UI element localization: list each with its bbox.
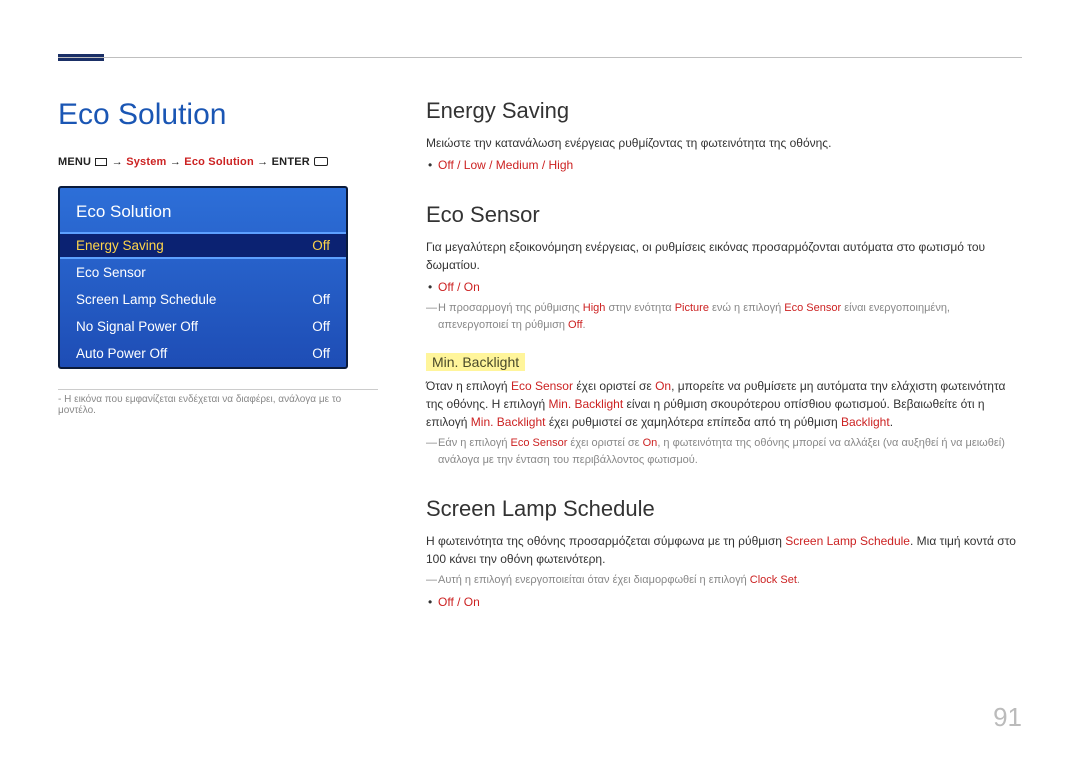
panel-row-eco-sensor[interactable]: Eco Sensor [60, 259, 346, 286]
screen-lamp-options: Off / On [438, 593, 1022, 611]
row-label: Energy Saving [76, 238, 164, 253]
row-value: Off [312, 238, 330, 253]
row-value: Off [312, 319, 330, 334]
section-title: Eco Solution [58, 98, 378, 132]
menu-path: MENU → System → Eco Solution → ENTER [58, 156, 378, 168]
energy-saving-options: Off / Low / Medium / High [438, 156, 1022, 174]
panel-title: Eco Solution [60, 188, 346, 232]
panel-row-no-signal[interactable]: No Signal Power Off Off [60, 313, 346, 340]
heading-eco-sensor: Eco Sensor [426, 202, 1022, 228]
row-label: Screen Lamp Schedule [76, 292, 216, 307]
enter-label: ENTER [272, 156, 310, 168]
panel-row-energy-saving[interactable]: Energy Saving Off [60, 232, 346, 259]
panel-row-screen-lamp[interactable]: Screen Lamp Schedule Off [60, 286, 346, 313]
row-value: Off [312, 346, 330, 361]
page-number: 91 [993, 702, 1022, 733]
eco-sensor-body: Για μεγαλύτερη εξοικονόμηση ενέργειας, ο… [426, 238, 1022, 274]
menu-label: MENU [58, 156, 91, 168]
options-text: Off / Low / Medium / High [438, 158, 573, 172]
options-text: Off / On [438, 595, 480, 609]
min-backlight-body: Όταν η επιλογή Eco Sensor έχει οριστεί σ… [426, 377, 1022, 431]
screen-lamp-note: Αυτή η επιλογή ενεργοποιείται όταν έχει … [438, 572, 1022, 589]
eco-sensor-note: Η προσαρμογή της ρύθμισης High στην ενότ… [438, 300, 1022, 333]
options-text: Off / On [438, 280, 480, 294]
screen-lamp-body: Η φωτεινότητα της οθόνης προσαρμόζεται σ… [426, 532, 1022, 568]
path-system: System [126, 156, 166, 168]
heading-energy-saving: Energy Saving [426, 98, 1022, 124]
min-backlight-note: Εάν η επιλογή Eco Sensor έχει οριστεί σε… [438, 435, 1022, 468]
heading-screen-lamp: Screen Lamp Schedule [426, 496, 1022, 522]
settings-panel: Eco Solution Energy Saving Off Eco Senso… [58, 186, 348, 369]
image-disclaimer: Η εικόνα που εμφανίζεται ενδέχεται να δι… [58, 389, 378, 416]
subheading-min-backlight: Min. Backlight [426, 353, 525, 371]
panel-row-auto-power-off[interactable]: Auto Power Off Off [60, 340, 346, 367]
sep: → [170, 156, 184, 168]
menu-icon [95, 158, 107, 166]
page-rule [58, 57, 1022, 58]
row-label: Eco Sensor [76, 265, 146, 280]
enter-icon [314, 157, 328, 166]
energy-saving-body: Μειώστε την κατανάλωση ενέργειας ρυθμίζο… [426, 134, 1022, 152]
path-eco: Eco Solution [184, 156, 254, 168]
sep: → [257, 156, 271, 168]
row-label: No Signal Power Off [76, 319, 198, 334]
eco-sensor-options: Off / On [438, 278, 1022, 296]
row-value: Off [312, 292, 330, 307]
row-label: Auto Power Off [76, 346, 167, 361]
sep: → [112, 156, 126, 168]
